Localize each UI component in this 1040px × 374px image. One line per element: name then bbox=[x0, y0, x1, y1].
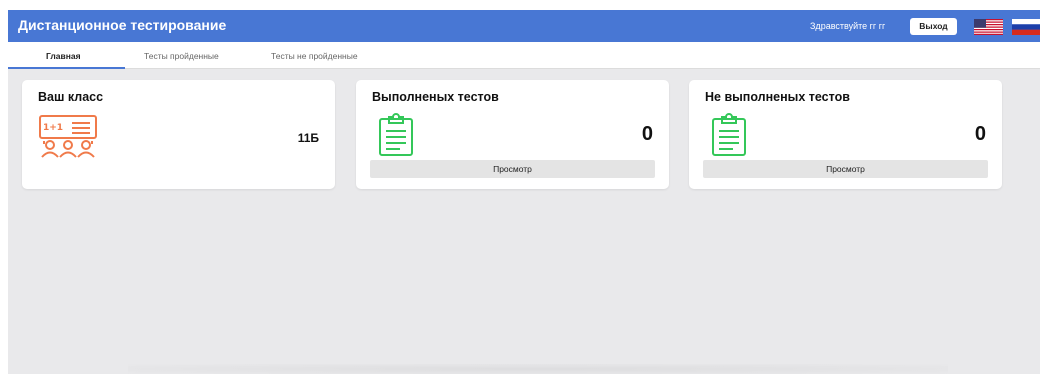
active-tab-indicator bbox=[8, 67, 125, 69]
not-completed-tests-count: 0 bbox=[974, 123, 986, 145]
flag-ru-icon[interactable] bbox=[1012, 19, 1040, 35]
not-completed-tests-title: Не выполненых тестов bbox=[705, 90, 850, 104]
tab-not-passed-tests[interactable]: Тесты не пройденные bbox=[271, 51, 358, 61]
class-card-title: Ваш класс bbox=[38, 90, 104, 104]
top-bar: Дистанционное тестирование Здравствуйте … bbox=[8, 10, 1040, 42]
not-completed-tests-view-button[interactable]: Просмотр bbox=[703, 160, 988, 178]
user-greeting: Здравствуйте гг гг bbox=[810, 21, 886, 31]
clipboard-icon bbox=[712, 113, 746, 156]
tab-home[interactable]: Главная bbox=[46, 51, 81, 61]
app-frame: Дистанционное тестирование Здравствуйте … bbox=[8, 10, 1040, 374]
class-card: Ваш класс 1+1 11Б bbox=[22, 80, 335, 189]
class-value: 11Б bbox=[297, 131, 319, 145]
not-completed-tests-card: Не выполненых тестов 0 Просмотр bbox=[689, 80, 1002, 189]
footer-shadow bbox=[128, 364, 948, 374]
flag-us-icon[interactable] bbox=[974, 19, 1003, 35]
completed-tests-card: Выполненых тестов 0 Просмотр bbox=[356, 80, 669, 189]
completed-tests-view-button[interactable]: Просмотр bbox=[370, 160, 655, 178]
completed-tests-count: 0 bbox=[641, 123, 653, 145]
tab-passed-tests[interactable]: Тесты пройденные bbox=[144, 51, 219, 61]
class-icon: 1+1 bbox=[39, 115, 97, 158]
app-title: Дистанционное тестирование bbox=[18, 17, 227, 33]
svg-text:1+1: 1+1 bbox=[43, 123, 63, 133]
logout-button[interactable]: Выход bbox=[910, 18, 957, 35]
clipboard-icon bbox=[379, 113, 413, 156]
tab-bar: Главная Тесты пройденные Тесты не пройде… bbox=[8, 42, 1040, 69]
completed-tests-title: Выполненых тестов bbox=[372, 90, 499, 104]
